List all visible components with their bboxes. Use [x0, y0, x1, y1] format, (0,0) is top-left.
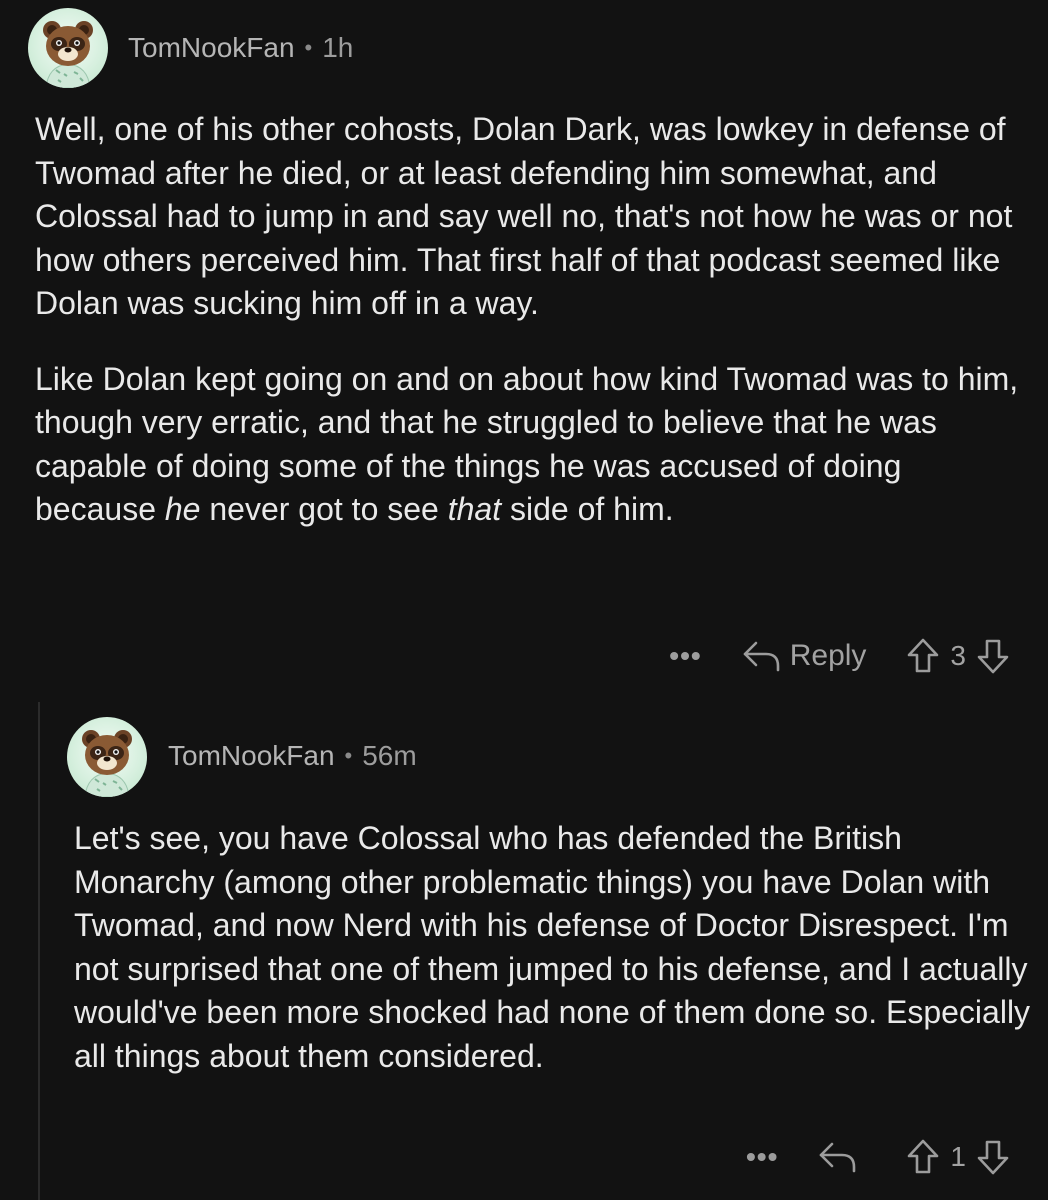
paragraph-text: side of him.: [501, 491, 674, 527]
upvote-arrow-icon[interactable]: [906, 1138, 940, 1176]
comment-actions: ••• Reply 3: [669, 633, 1010, 679]
avatar[interactable]: [28, 8, 108, 88]
vote-controls: 1: [906, 1138, 1010, 1176]
reply-button[interactable]: [818, 1140, 866, 1174]
more-dots-icon[interactable]: •••: [669, 640, 701, 672]
username[interactable]: TomNookFan: [128, 32, 295, 64]
vote-controls: 3: [906, 637, 1010, 675]
timestamp: 1h: [322, 32, 354, 63]
comment-paragraph: Let's see, you have Colossal who has def…: [74, 820, 1031, 1074]
comment-body: Let's see, you have Colossal who has def…: [74, 817, 1034, 1078]
paragraph-text: never got to see: [200, 491, 448, 527]
emphasis-text: he: [164, 491, 201, 527]
comment-actions: ••• 1: [746, 1134, 1010, 1180]
upvote-arrow-icon[interactable]: [906, 637, 940, 675]
vote-count: 1: [950, 1141, 966, 1172]
downvote-arrow-icon[interactable]: [976, 1138, 1010, 1176]
more-dots-icon[interactable]: •••: [746, 1141, 778, 1173]
comment-meta: TomNookFan • 56m: [168, 740, 417, 772]
vote-count: 3: [950, 640, 966, 671]
reply-button[interactable]: Reply: [742, 639, 867, 673]
timestamp: 56m: [362, 740, 417, 771]
comment-body: Well, one of his other cohosts, Dolan Da…: [35, 108, 1025, 532]
comment-paragraph: Like Dolan kept going on and on about ho…: [35, 358, 1025, 532]
meta-separator: •: [304, 35, 313, 60]
thread-line: [38, 702, 40, 1200]
tom-nook-avatar-icon: [82, 730, 132, 797]
avatar[interactable]: [67, 717, 147, 797]
reply-arrow-icon: [820, 1142, 856, 1173]
downvote-arrow-icon[interactable]: [976, 637, 1010, 675]
emphasis-text: that: [447, 491, 502, 527]
comment-paragraph: Well, one of his other cohosts, Dolan Da…: [35, 111, 1013, 321]
reply-label: Reply: [789, 639, 867, 672]
comment-meta: TomNookFan • 1h: [128, 32, 353, 64]
reply-arrow-icon: [743, 641, 780, 672]
username[interactable]: TomNookFan: [168, 740, 335, 772]
meta-separator: •: [344, 743, 353, 768]
tom-nook-avatar-icon: [43, 21, 93, 88]
